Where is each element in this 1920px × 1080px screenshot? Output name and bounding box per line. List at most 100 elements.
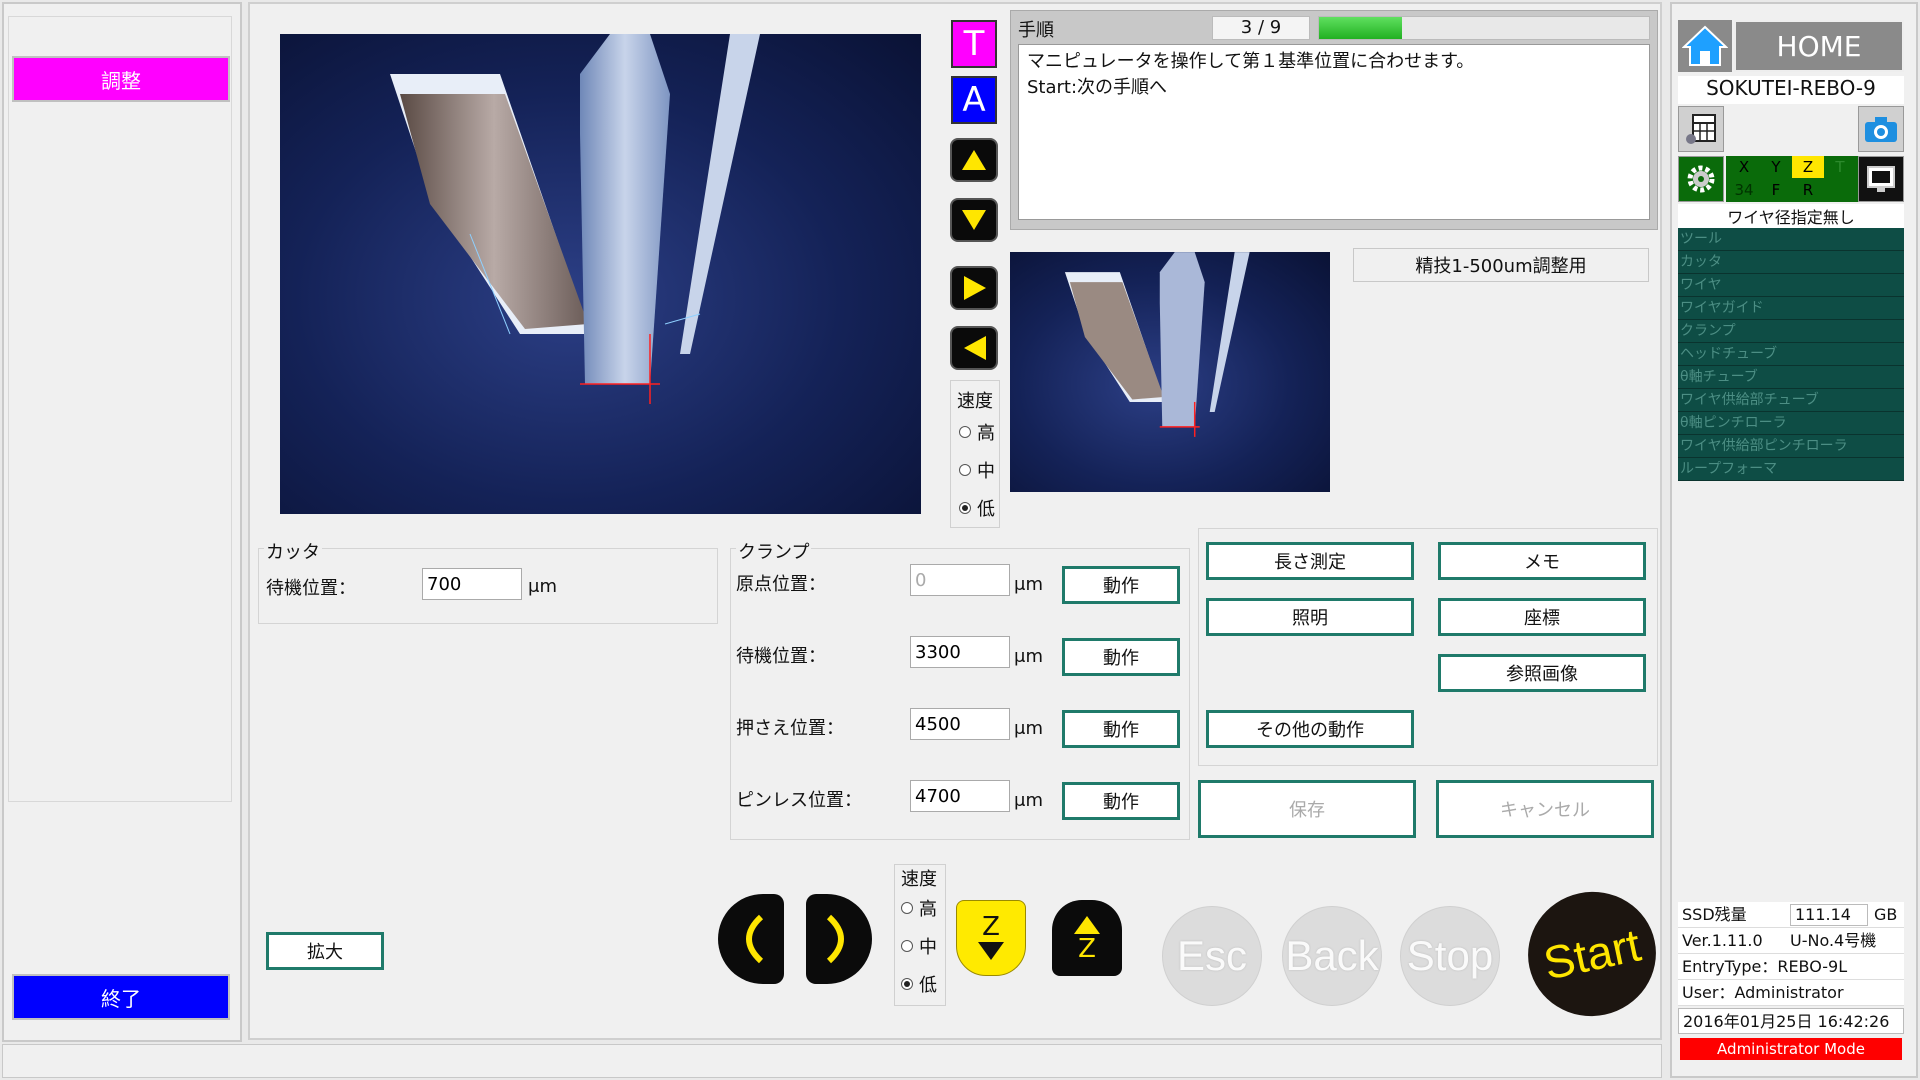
clamp-pinless-input[interactable]: [910, 780, 1010, 812]
admin-mode-badge: Administrator Mode: [1680, 1038, 1902, 1060]
lighting-button[interactable]: 照明: [1206, 598, 1414, 636]
fine-adjust-button[interactable]: 精技1-500um調整用: [1353, 248, 1649, 282]
calculator-button[interactable]: [1678, 106, 1724, 152]
axis-t-label: T: [1835, 158, 1845, 176]
nav-item-wire-feed-tube[interactable]: ワイヤ供給部チューブ: [1678, 389, 1904, 412]
move-down-button[interactable]: [950, 198, 998, 242]
save-button[interactable]: 保存: [1198, 780, 1416, 838]
cutter-standby-label: 待機位置：: [266, 578, 356, 599]
speed-mid-radio[interactable]: 中: [901, 933, 937, 959]
camera-icon: [1865, 117, 1897, 142]
main-camera-view[interactable]: [280, 34, 921, 514]
clamp-standby-label: 待機位置：: [736, 646, 826, 667]
nav-item-wire-guide[interactable]: ワイヤガイド: [1678, 297, 1904, 320]
esc-button[interactable]: Esc: [1162, 906, 1262, 1006]
cutter-standby-input[interactable]: [422, 568, 522, 600]
memo-button[interactable]: メモ: [1438, 542, 1646, 580]
clamp-pinless-action-button[interactable]: 動作: [1062, 782, 1180, 820]
ssd-value: 111.14: [1790, 904, 1868, 926]
back-button[interactable]: Back: [1282, 906, 1382, 1006]
clamp-origin-action-button[interactable]: 動作: [1062, 566, 1180, 604]
axis-r-label: R: [1802, 181, 1814, 199]
reference-image-button[interactable]: 参照画像: [1438, 654, 1646, 692]
z-down-button[interactable]: Z: [956, 900, 1026, 976]
a-button[interactable]: A: [951, 76, 997, 124]
settings-button[interactable]: [1678, 156, 1724, 202]
version-row: Ver.1.11.0 U-No.4号機: [1678, 928, 1904, 954]
length-measure-button[interactable]: 長さ測定: [1206, 542, 1414, 580]
speed-title: 速度: [901, 869, 937, 890]
procedure-step-counter: 3 / 9: [1212, 16, 1310, 40]
nav-item-loop-former[interactable]: ループフォーマ: [1678, 458, 1904, 481]
arrow-up-icon: [962, 150, 986, 170]
radio-circle-icon: [959, 464, 971, 476]
nav-item-head-tube[interactable]: ヘッドチューブ: [1678, 343, 1904, 366]
monitor-button[interactable]: [1858, 156, 1904, 202]
clamp-group-title: クランプ: [736, 538, 812, 564]
user-text: User：Administrator: [1678, 980, 1904, 1006]
radio-circle-icon: [901, 902, 913, 914]
home-icon-button[interactable]: [1678, 20, 1732, 72]
ssd-label: SSD残量: [1682, 905, 1747, 924]
cancel-button[interactable]: キャンセル: [1436, 780, 1654, 838]
version-text: Ver.1.11.0: [1682, 931, 1763, 950]
adjust-button[interactable]: 調整: [12, 56, 230, 102]
clamp-unit: μm: [1014, 790, 1043, 811]
home-icon: [1682, 25, 1728, 66]
t-button[interactable]: T: [951, 20, 997, 68]
nav-item-theta-tube[interactable]: θ軸チューブ: [1678, 366, 1904, 389]
speed-high-radio[interactable]: 高: [959, 419, 995, 445]
nav-item-clamp[interactable]: クランプ: [1678, 320, 1904, 343]
speed-low-label: 低: [919, 975, 937, 996]
speed-selector-xy: 速度 高 中 低: [950, 380, 1000, 528]
clamp-press-action-button[interactable]: 動作: [1062, 710, 1180, 748]
clamp-press-input[interactable]: [910, 708, 1010, 740]
radio-selected-icon: [959, 502, 971, 514]
nav-item-tool[interactable]: ツール: [1678, 228, 1904, 251]
speed-low-label: 低: [977, 499, 995, 520]
clamp-standby-action-button[interactable]: 動作: [1062, 638, 1180, 676]
clamp-unit: μm: [1014, 646, 1043, 667]
speed-mid-label: 中: [977, 461, 995, 482]
radio-circle-icon: [901, 940, 913, 952]
speed-low-radio[interactable]: 低: [959, 495, 995, 521]
speed-mid-radio[interactable]: 中: [959, 457, 995, 483]
axis-f-label: F: [1771, 181, 1781, 199]
move-up-button[interactable]: [950, 138, 998, 182]
exit-button[interactable]: 終了: [12, 974, 230, 1020]
speed-high-radio[interactable]: 高: [901, 895, 937, 921]
status-bar: [2, 1044, 1662, 1078]
z-label: Z: [982, 912, 1000, 942]
nav-item-wire-feed-pinch-roller[interactable]: ワイヤ供給部ピンチローラ: [1678, 435, 1904, 458]
axis-status-panel: X Y Z T 34 F R: [1726, 156, 1858, 202]
procedure-title: 手順: [1018, 20, 1054, 41]
coordinates-button[interactable]: 座標: [1438, 598, 1646, 636]
move-left-button[interactable]: [950, 326, 998, 370]
speed-selector-z: 速度 高 中 低: [894, 864, 946, 1006]
nav-item-theta-pinch-roller[interactable]: θ軸ピンチローラ: [1678, 412, 1904, 435]
nav-item-wire[interactable]: ワイヤ: [1678, 274, 1904, 297]
speed-high-label: 高: [977, 423, 995, 444]
ssd-unit: GB: [1874, 905, 1898, 924]
camera-button[interactable]: [1858, 106, 1904, 152]
move-right-button[interactable]: [950, 266, 998, 310]
other-actions-button[interactable]: その他の動作: [1206, 710, 1414, 748]
entry-type-text: EntryType：REBO-9L: [1678, 954, 1904, 980]
speed-low-radio[interactable]: 低: [901, 971, 937, 997]
home-button[interactable]: HOME: [1734, 20, 1904, 72]
axis-number-label: 34: [1734, 181, 1754, 199]
nav-item-cutter[interactable]: カッタ: [1678, 251, 1904, 274]
cutter-unit: μm: [528, 576, 557, 597]
zoom-button[interactable]: 拡大: [266, 932, 384, 970]
clamp-origin-input[interactable]: [910, 564, 1010, 596]
clamp-standby-input[interactable]: [910, 636, 1010, 668]
clamp-pinless-label: ピンレス位置：: [736, 790, 862, 811]
z-up-button[interactable]: Z: [1052, 900, 1122, 976]
gear-icon: [1687, 165, 1715, 193]
axis-z-label: Z: [1792, 156, 1824, 178]
machine-name: SOKUTEI-REBO-9: [1678, 76, 1904, 104]
radio-circle-icon: [959, 426, 971, 438]
instruction-line: Start:次の手順へ: [1027, 77, 1168, 98]
stop-button[interactable]: Stop: [1400, 906, 1500, 1006]
axis-y-label: Y: [1771, 158, 1781, 176]
